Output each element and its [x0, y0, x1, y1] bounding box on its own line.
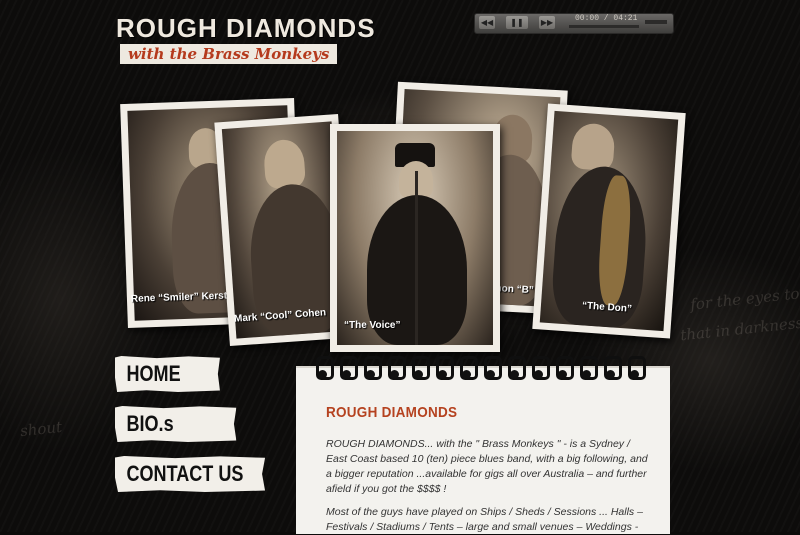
rewind-icon[interactable]: ◀◀ [479, 16, 495, 29]
forward-icon[interactable]: ▶▶ [539, 16, 555, 29]
photo-caption: “The Voice” [344, 320, 401, 331]
player-time: 00:00 / 04:21 [575, 14, 638, 23]
content-heading: ROUGH DIAMONDS [326, 404, 458, 421]
logo-title: ROUGH DIAMONDS [116, 13, 376, 43]
content-paragraph-2: Most of the guys have played on Ships / … [326, 506, 643, 533]
nav-home-button[interactable]: HOME [115, 356, 220, 392]
site-logo[interactable]: ROUGH DIAMONDS with the Brass Monkeys [116, 14, 376, 64]
band-photo-don[interactable]: “The Don” [532, 103, 686, 339]
player-volume-slider[interactable] [645, 20, 667, 24]
spiral-binding [302, 356, 662, 380]
player-progress-track[interactable] [569, 25, 639, 28]
logo-subtitle: with the Brass Monkeys [120, 44, 338, 64]
nav-bios-button[interactable]: BIO.s [115, 406, 237, 442]
band-photo-voice[interactable]: “The Voice” [330, 124, 500, 352]
nav-contact-button[interactable]: CONTACT US [115, 456, 266, 492]
music-player: ◀◀ ❚❚ ▶▶ 00:00 / 04:21 [474, 13, 674, 34]
pause-icon[interactable]: ❚❚ [506, 16, 528, 29]
content-paragraph-1: ROUGH DIAMONDS... with the " Brass Monke… [326, 438, 648, 495]
